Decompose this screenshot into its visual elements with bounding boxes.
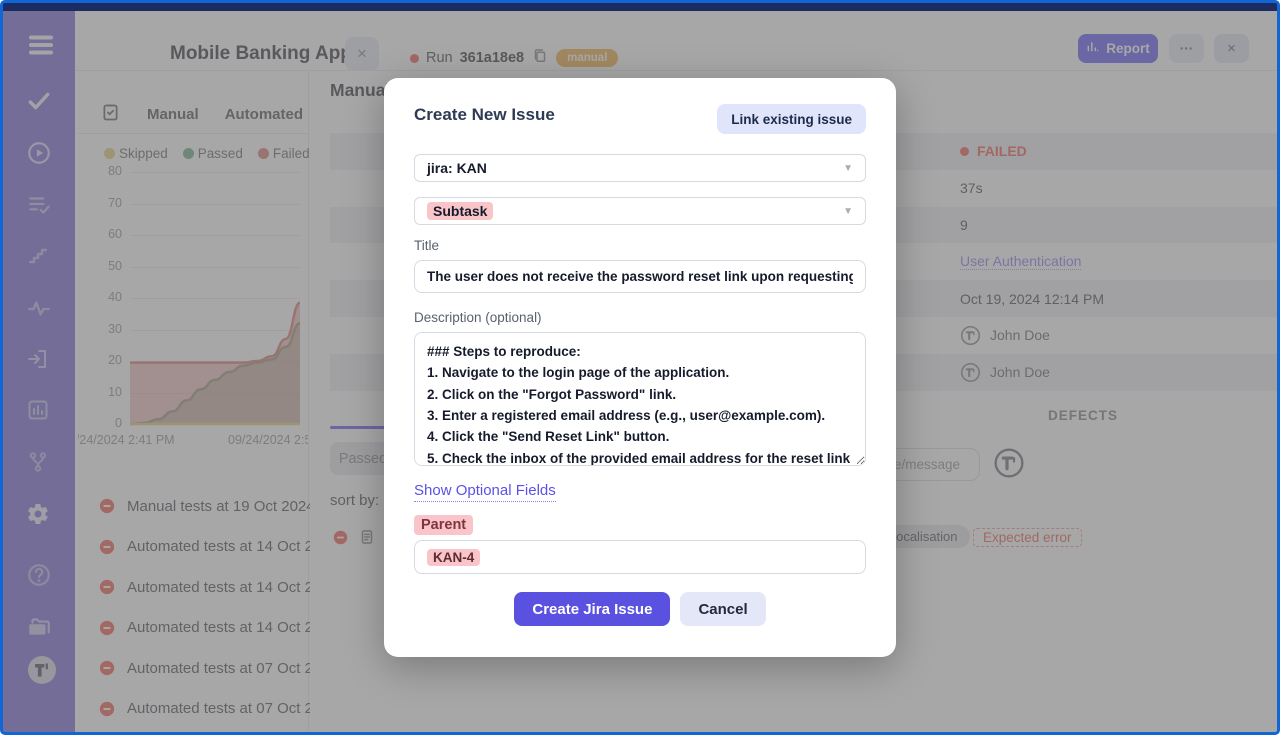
create-issue-modal: Create New Issue Link existing issue jir… [384, 78, 896, 657]
issue-type-value: Subtask [427, 202, 493, 220]
window-top-bar [3, 3, 1277, 11]
parent-issue-input[interactable]: KAN-4 [414, 540, 866, 574]
parent-label: Parent [414, 515, 473, 535]
title-label: Title [414, 238, 439, 253]
show-optional-fields-link[interactable]: Show Optional Fields [414, 482, 556, 502]
screen: Mobile Banking App × Run 361a18e8 manual… [0, 0, 1280, 735]
project-select[interactable]: jira: KAN ▼ [414, 154, 866, 182]
chevron-down-icon: ▼ [843, 163, 853, 174]
cancel-button[interactable]: Cancel [680, 592, 765, 626]
issue-title-input[interactable] [414, 260, 866, 293]
description-label: Description (optional) [414, 310, 542, 325]
parent-issue-value: KAN-4 [427, 549, 480, 566]
chevron-down-icon: ▼ [843, 206, 853, 217]
modal-actions: Create Jira Issue Cancel [384, 592, 896, 626]
modal-title: Create New Issue [414, 105, 555, 125]
issue-description-textarea[interactable]: ### Steps to reproduce: 1. Navigate to t… [414, 332, 866, 466]
create-jira-issue-button[interactable]: Create Jira Issue [514, 592, 670, 626]
link-existing-issue-button[interactable]: Link existing issue [717, 104, 866, 134]
issue-type-select[interactable]: Subtask ▼ [414, 197, 866, 225]
